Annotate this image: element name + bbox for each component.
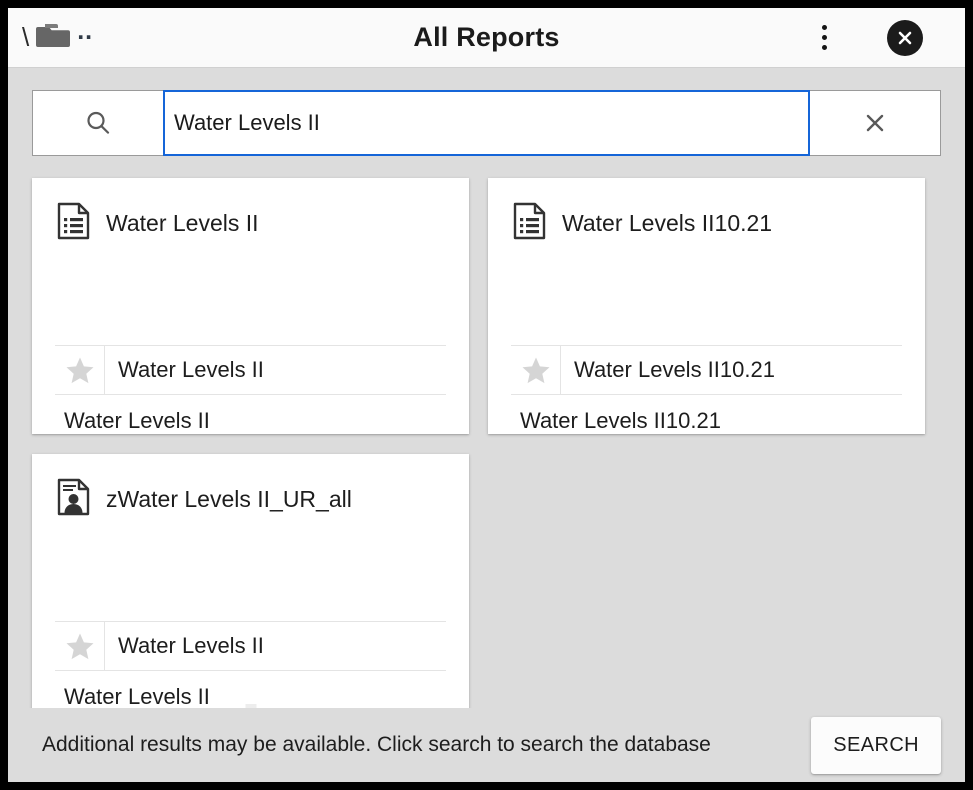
star-icon[interactable] [55, 346, 105, 394]
all-reports-window: \ .. All Reports [8, 8, 965, 782]
card-favorite-row: Water Levels II [55, 345, 446, 395]
clear-search-icon[interactable] [810, 91, 940, 155]
card-row-label: Water Levels II10.21 [561, 357, 775, 383]
breadcrumb-parent-label[interactable]: .. [77, 19, 93, 44]
close-circle-icon[interactable] [887, 20, 923, 56]
card-spacer [32, 245, 469, 345]
card-spacer [32, 521, 469, 621]
card-row-label: Water Levels II [105, 633, 264, 659]
results-grid: Water Levels II Water Levels II Water Le… [8, 156, 965, 708]
card-row-label: Water Levels II [105, 357, 264, 383]
card-header: zWater Levels II_UR_all [32, 454, 469, 521]
search-bar [32, 90, 941, 156]
result-card[interactable]: Water Levels II Water Levels II Water Le… [32, 178, 469, 434]
kebab-dot [822, 25, 827, 30]
card-description: Water Levels II [32, 671, 469, 708]
star-icon[interactable] [511, 346, 561, 394]
breadcrumb-separator: \ [22, 24, 29, 50]
footer-note: Additional results may be available. Cli… [42, 733, 711, 757]
search-input[interactable] [163, 90, 810, 156]
kebab-dot [822, 45, 827, 50]
kebab-dot [822, 35, 827, 40]
card-title: Water Levels II10.21 [562, 210, 772, 237]
search-icon[interactable] [33, 91, 163, 155]
card-description: Water Levels II [32, 395, 469, 434]
kebab-menu-icon[interactable] [818, 21, 831, 54]
card-title: Water Levels II [106, 210, 259, 237]
contact-report-icon [57, 478, 90, 521]
folder-icon[interactable] [36, 21, 70, 54]
result-card[interactable]: zWater Levels II_UR_all Water Levels II … [32, 454, 469, 708]
window-titlebar: \ .. All Reports [8, 8, 965, 68]
titlebar-actions [818, 20, 965, 56]
search-area [8, 68, 965, 156]
card-header: Water Levels II10.21 [488, 178, 925, 245]
card-title: zWater Levels II_UR_all [106, 486, 352, 513]
card-spacer [488, 245, 925, 345]
star-icon[interactable] [55, 622, 105, 670]
card-resize-handle[interactable] [245, 704, 256, 708]
card-favorite-row: Water Levels II [55, 621, 446, 671]
card-description: Water Levels II10.21 [488, 395, 925, 434]
report-document-icon [513, 202, 546, 245]
result-card[interactable]: Water Levels II10.21 Water Levels II10.2… [488, 178, 925, 434]
search-database-button[interactable]: SEARCH [811, 717, 941, 774]
card-favorite-row: Water Levels II10.21 [511, 345, 902, 395]
results-footer: Additional results may be available. Cli… [8, 708, 965, 782]
breadcrumb[interactable]: \ .. [8, 8, 93, 67]
card-header: Water Levels II [32, 178, 469, 245]
report-document-icon [57, 202, 90, 245]
